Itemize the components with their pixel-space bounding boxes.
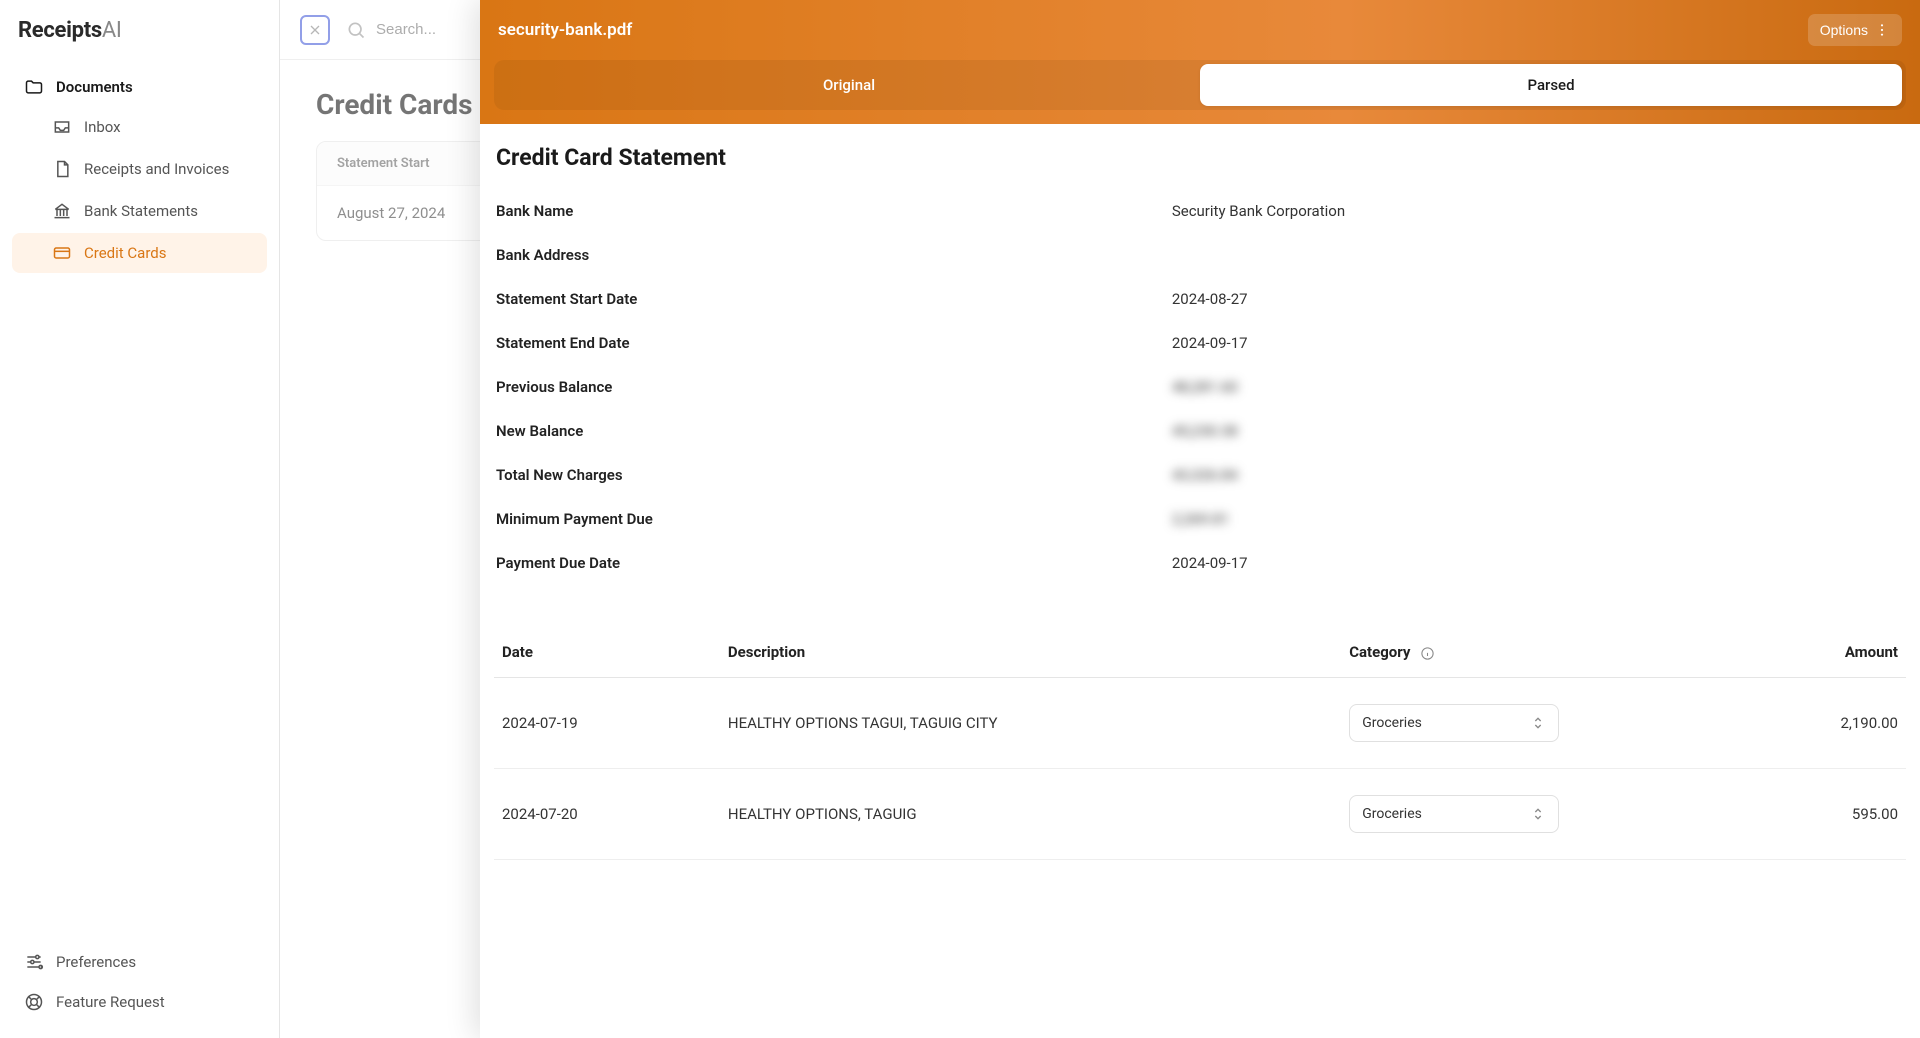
options-label: Options <box>1820 22 1868 38</box>
field-value-previous-balance: 48,281.60 <box>1172 378 1238 396</box>
sliders-icon <box>24 952 44 972</box>
field-value-statement-start: 2024-08-27 <box>1172 290 1904 308</box>
sidebar-item-credit-cards[interactable]: Credit Cards <box>12 233 267 273</box>
feature-request-label: Feature Request <box>56 993 165 1011</box>
field-label-minimum-payment-due: Minimum Payment Due <box>496 510 1172 528</box>
field-value-statement-end: 2024-09-17 <box>1172 334 1904 352</box>
th-description: Description <box>720 629 1341 678</box>
details-panel: security-bank.pdf Options Original Parse… <box>480 0 1920 1038</box>
logo-suffix: AI <box>102 18 122 43</box>
category-select[interactable]: Groceries <box>1349 704 1559 742</box>
folder-icon <box>24 77 44 97</box>
view-tabs: Original Parsed <box>494 60 1906 110</box>
lifebuoy-icon <box>24 992 44 1012</box>
tx-amount: 2,190.00 <box>1680 678 1906 769</box>
sidebar-item-inbox[interactable]: Inbox <box>12 107 267 147</box>
panel-header: security-bank.pdf Options Original Parse… <box>480 0 1920 124</box>
panel-body: Credit Card Statement Bank NameSecurity … <box>480 124 1920 1038</box>
th-category-label: Category <box>1349 643 1410 661</box>
category-select[interactable]: Groceries <box>1349 795 1559 833</box>
sidebar-footer: Preferences Feature Request <box>0 934 279 1038</box>
preferences-link[interactable]: Preferences <box>12 942 267 982</box>
field-label-bank-name: Bank Name <box>496 202 1172 220</box>
preferences-label: Preferences <box>56 953 136 971</box>
field-label-previous-balance: Previous Balance <box>496 378 1172 396</box>
field-value-new-balance: 45,230.38 <box>1172 422 1238 440</box>
category-value: Groceries <box>1362 715 1422 731</box>
logo-brand: Receipts <box>18 18 102 43</box>
main: Credit Cards Statement Start August 27, … <box>280 0 1920 1038</box>
sidebar-item-label: Bank Statements <box>84 202 198 220</box>
sidebar-item-bank-statements[interactable]: Bank Statements <box>12 191 267 231</box>
chevron-updown-icon <box>1530 715 1546 731</box>
transactions-table: Date Description Category Amount 2024-07… <box>494 629 1906 860</box>
inbox-icon <box>52 117 72 137</box>
nav-header-documents[interactable]: Documents <box>12 67 267 107</box>
sidebar-item-label: Receipts and Invoices <box>84 160 229 178</box>
field-value-minimum-payment-due: 2,269.81 <box>1172 510 1230 528</box>
field-value-payment-due-date: 2024-09-17 <box>1172 554 1904 572</box>
panel-filename: security-bank.pdf <box>498 20 632 40</box>
th-amount: Amount <box>1680 629 1906 678</box>
logo: ReceiptsAI <box>0 0 279 67</box>
statement-fields: Bank NameSecurity Bank Corporation Bank … <box>494 189 1906 585</box>
field-label-payment-due-date: Payment Due Date <box>496 554 1172 572</box>
bank-icon <box>52 201 72 221</box>
tab-original[interactable]: Original <box>498 64 1200 106</box>
sidebar-item-label: Credit Cards <box>84 244 166 262</box>
field-label-statement-end: Statement End Date <box>496 334 1172 352</box>
transaction-row: 2024-07-19 HEALTHY OPTIONS TAGUI, TAGUIG… <box>494 678 1906 769</box>
document-icon <box>52 159 72 179</box>
field-value-bank-address <box>1172 246 1904 264</box>
section-title: Credit Card Statement <box>494 144 1906 171</box>
feature-request-link[interactable]: Feature Request <box>12 982 267 1022</box>
nav: Documents Inbox Receipts and Invoices Ba… <box>0 67 279 275</box>
field-label-statement-start: Statement Start Date <box>496 290 1172 308</box>
category-value: Groceries <box>1362 806 1422 822</box>
field-value-bank-name: Security Bank Corporation <box>1172 202 1904 220</box>
field-label-bank-address: Bank Address <box>496 246 1172 264</box>
field-label-total-new-charges: Total New Charges <box>496 466 1172 484</box>
info-icon[interactable] <box>1420 646 1435 661</box>
tx-description: HEALTHY OPTIONS, TAGUIG <box>720 769 1341 860</box>
field-value-total-new-charges: 43,326.84 <box>1172 466 1238 484</box>
tx-amount: 595.00 <box>1680 769 1906 860</box>
nav-header-label: Documents <box>56 78 133 96</box>
credit-card-icon <box>52 243 72 263</box>
sidebar: ReceiptsAI Documents Inbox Receipts and … <box>0 0 280 1038</box>
transaction-row: 2024-07-20 HEALTHY OPTIONS, TAGUIG Groce… <box>494 769 1906 860</box>
sidebar-item-label: Inbox <box>84 118 121 136</box>
th-date: Date <box>494 629 720 678</box>
tab-parsed[interactable]: Parsed <box>1200 64 1902 106</box>
field-label-new-balance: New Balance <box>496 422 1172 440</box>
options-button[interactable]: Options <box>1808 14 1902 46</box>
sidebar-item-receipts[interactable]: Receipts and Invoices <box>12 149 267 189</box>
chevron-updown-icon <box>1530 806 1546 822</box>
tx-date: 2024-07-19 <box>494 678 720 769</box>
tx-description: HEALTHY OPTIONS TAGUI, TAGUIG CITY <box>720 678 1341 769</box>
tx-date: 2024-07-20 <box>494 769 720 860</box>
more-vertical-icon <box>1874 22 1890 38</box>
th-category: Category <box>1341 629 1680 678</box>
